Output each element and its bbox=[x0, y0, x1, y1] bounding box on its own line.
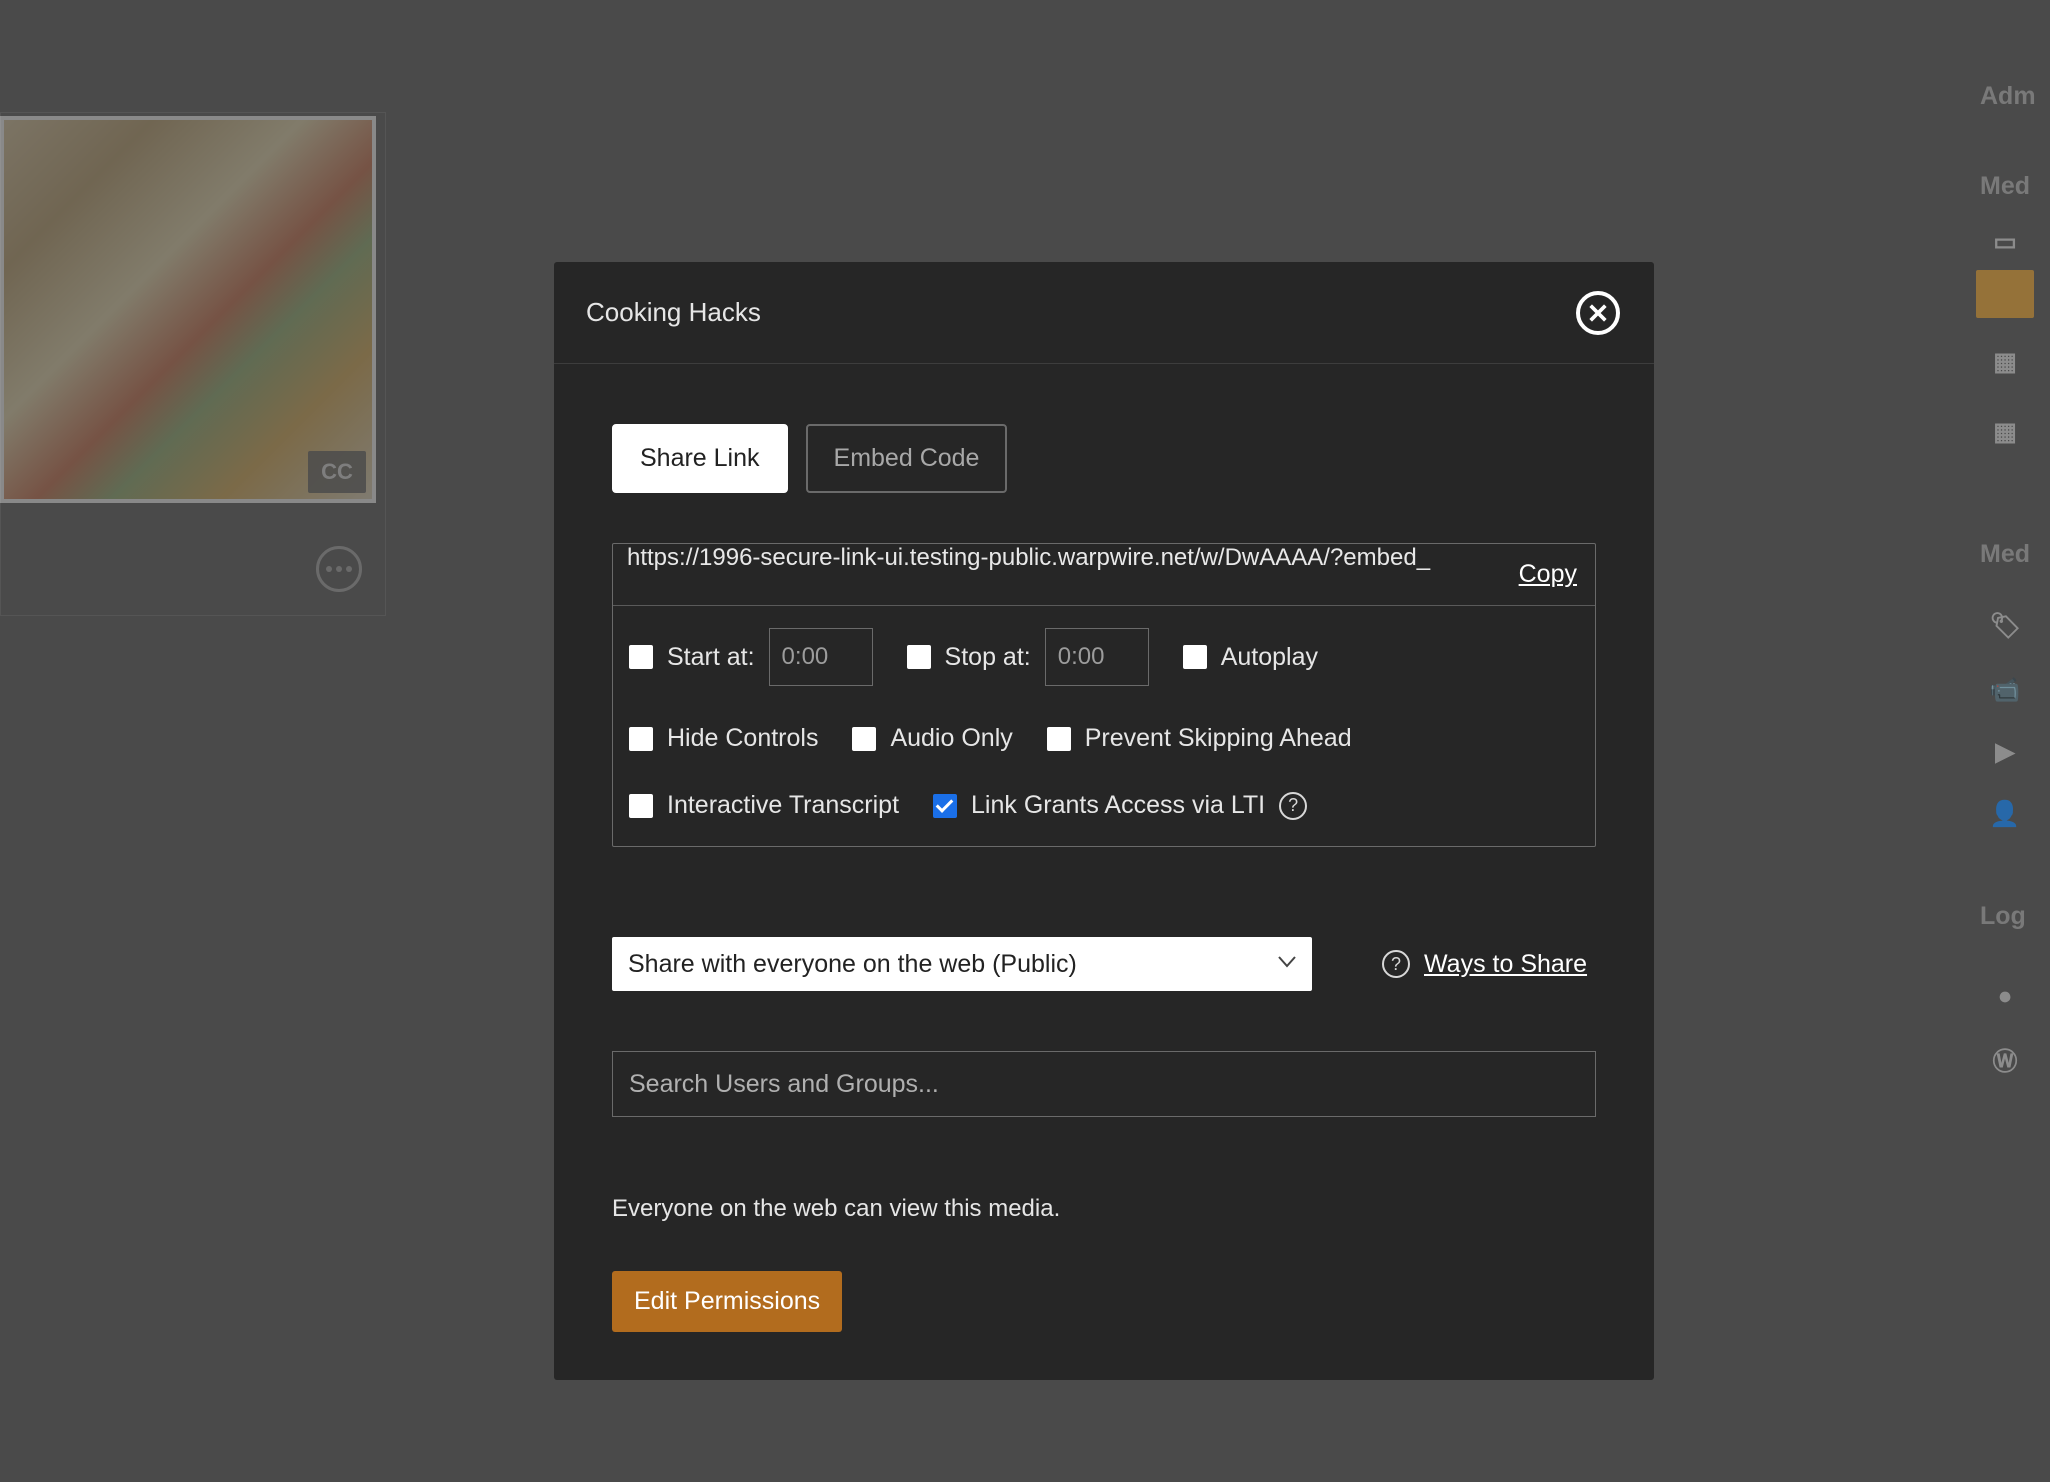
close-button[interactable] bbox=[1576, 291, 1620, 335]
start-at-label: Start at: bbox=[667, 643, 755, 672]
audio-only-checkbox[interactable] bbox=[852, 727, 876, 751]
stop-at-checkbox[interactable] bbox=[907, 645, 931, 669]
tab-share-link[interactable]: Share Link bbox=[612, 424, 788, 493]
visibility-select-wrap[interactable]: Share with everyone on the web (Public) bbox=[612, 937, 1312, 991]
link-grants-label: Link Grants Access via LTI bbox=[971, 791, 1265, 820]
hide-controls-option[interactable]: Hide Controls bbox=[629, 724, 818, 753]
share-modal: Cooking Hacks Share Link Embed Code http… bbox=[554, 262, 1654, 1380]
start-at-input[interactable] bbox=[769, 628, 873, 686]
stop-at-label: Stop at: bbox=[945, 643, 1031, 672]
modal-title: Cooking Hacks bbox=[586, 297, 761, 328]
audio-only-option[interactable]: Audio Only bbox=[852, 724, 1012, 753]
ways-to-share: ? Ways to Share bbox=[1382, 950, 1587, 979]
right-sidebar: Adm Med ▭ ▦ ▦ Med 🏷 📹 ▶ 👤 Log ● Ⓦ bbox=[1968, 0, 2050, 1482]
sidebar-item-selected[interactable] bbox=[1976, 270, 2034, 318]
stop-at-input[interactable] bbox=[1045, 628, 1149, 686]
prevent-skipping-label: Prevent Skipping Ahead bbox=[1085, 724, 1352, 753]
more-icon bbox=[316, 546, 362, 592]
sidebar-section-log: Log bbox=[1980, 902, 2026, 931]
autoplay-label: Autoplay bbox=[1221, 643, 1318, 672]
interactive-transcript-label: Interactive Transcript bbox=[667, 791, 899, 820]
sidebar-item-library[interactable]: ▭ bbox=[1976, 218, 2034, 266]
hide-controls-label: Hide Controls bbox=[667, 724, 818, 753]
modal-header: Cooking Hacks bbox=[554, 262, 1654, 364]
link-row: https://1996-secure-link-ui.testing-publ… bbox=[613, 544, 1595, 606]
prevent-skipping-option[interactable]: Prevent Skipping Ahead bbox=[1047, 724, 1352, 753]
circle-icon[interactable]: ● bbox=[1976, 972, 2034, 1020]
play-icon[interactable]: ▶ bbox=[1976, 728, 2034, 776]
badge-icon[interactable]: Ⓦ bbox=[1976, 1036, 2034, 1084]
autoplay-checkbox[interactable] bbox=[1183, 645, 1207, 669]
help-icon[interactable]: ? bbox=[1279, 792, 1307, 820]
tabs: Share Link Embed Code bbox=[612, 424, 1596, 493]
media-thumbnail: CC bbox=[0, 116, 376, 503]
tag-icon[interactable]: 🏷 bbox=[1976, 602, 2034, 650]
autoplay-option[interactable]: Autoplay bbox=[1183, 643, 1318, 672]
hide-controls-checkbox[interactable] bbox=[629, 727, 653, 751]
link-options-box: https://1996-secure-link-ui.testing-publ… bbox=[612, 543, 1596, 847]
start-at-checkbox[interactable] bbox=[629, 645, 653, 669]
ways-to-share-link[interactable]: Ways to Share bbox=[1424, 950, 1587, 979]
link-options: Start at: Stop at: Autoplay bbox=[613, 606, 1595, 846]
start-at-option[interactable]: Start at: bbox=[629, 628, 873, 686]
tab-embed-code[interactable]: Embed Code bbox=[806, 424, 1008, 493]
cc-badge: CC bbox=[308, 451, 366, 493]
share-url-input[interactable]: https://1996-secure-link-ui.testing-publ… bbox=[613, 544, 1519, 605]
sidebar-section-media: Med bbox=[1980, 172, 2030, 201]
interactive-transcript-checkbox[interactable] bbox=[629, 794, 653, 818]
modal-body: Share Link Embed Code https://1996-secur… bbox=[554, 364, 1654, 1372]
audio-only-label: Audio Only bbox=[890, 724, 1012, 753]
visibility-info-text: Everyone on the web can view this media. bbox=[612, 1195, 1596, 1223]
share-visibility-row: Share with everyone on the web (Public) … bbox=[612, 937, 1596, 991]
interactive-transcript-option[interactable]: Interactive Transcript bbox=[629, 791, 899, 820]
copy-link[interactable]: Copy bbox=[1519, 560, 1595, 589]
link-grants-checkbox[interactable] bbox=[933, 794, 957, 818]
close-icon bbox=[1587, 302, 1609, 324]
edit-permissions-button[interactable]: Edit Permissions bbox=[612, 1271, 842, 1332]
link-grants-option[interactable]: Link Grants Access via LTI ? bbox=[933, 791, 1307, 820]
sidebar-item-3[interactable]: ▦ bbox=[1976, 408, 2034, 456]
sidebar-section-admin: Adm bbox=[1980, 82, 2036, 111]
camera-icon[interactable]: 📹 bbox=[1976, 666, 2034, 714]
sidebar-item-2[interactable]: ▦ bbox=[1976, 338, 2034, 386]
search-users-input[interactable] bbox=[612, 1051, 1596, 1117]
sidebar-section-media2: Med bbox=[1980, 540, 2030, 569]
user-icon[interactable]: 👤 bbox=[1976, 790, 2034, 838]
info-icon[interactable]: ? bbox=[1382, 950, 1410, 978]
stop-at-option[interactable]: Stop at: bbox=[907, 628, 1149, 686]
prevent-skipping-checkbox[interactable] bbox=[1047, 727, 1071, 751]
visibility-select[interactable]: Share with everyone on the web (Public) bbox=[612, 937, 1312, 991]
